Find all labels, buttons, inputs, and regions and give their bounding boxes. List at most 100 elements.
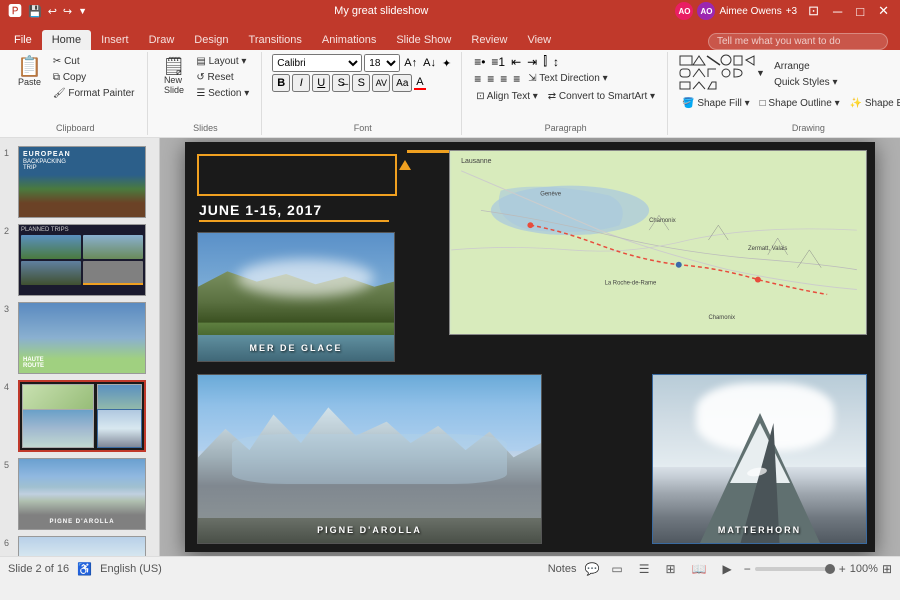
tab-slideshow[interactable]: Slide Show: [386, 30, 461, 50]
font-size-select[interactable]: 18: [364, 54, 400, 72]
ribbon: 📋 Paste ✂ Cut ⧉ Copy 🖌 Format Painter Cl…: [0, 50, 900, 138]
corner-marker: [399, 150, 411, 170]
notes-button[interactable]: Notes: [548, 563, 577, 575]
arrange-button[interactable]: Arrange: [770, 59, 841, 74]
zoom-level: 100%: [850, 563, 878, 575]
ribbon-display-icon[interactable]: ⊡: [805, 3, 822, 19]
layout-button[interactable]: ▤ Layout ▾: [192, 54, 253, 69]
slide-thumb-4[interactable]: 4: [4, 380, 155, 452]
main-slide: JUNE 1-15, 2017: [185, 142, 875, 552]
reset-button[interactable]: ↺ Reset: [192, 70, 253, 85]
bold-button[interactable]: B: [272, 74, 290, 92]
tab-view[interactable]: View: [517, 30, 561, 50]
decrease-indent-button[interactable]: ⇤: [509, 55, 523, 69]
align-right-button[interactable]: ≡: [498, 72, 509, 86]
clear-format-button[interactable]: ✦: [440, 57, 453, 70]
slideshow-button[interactable]: ▶: [719, 560, 736, 578]
new-slide-button[interactable]: 🗒 NewSlide: [158, 54, 191, 98]
text-direction-button[interactable]: ⇲ Text Direction ▾: [524, 71, 611, 86]
shadow-button[interactable]: S: [352, 74, 370, 92]
slide-thumb-6[interactable]: 6 MATTERHORN: [4, 536, 155, 556]
font-color-button[interactable]: A: [414, 76, 425, 90]
slide-thumb-3[interactable]: 3 HAUTEROUTE: [4, 302, 155, 374]
fit-slide-button[interactable]: ⊞: [882, 562, 892, 576]
redo-icon[interactable]: ↪: [63, 5, 72, 18]
accessibility-icon[interactable]: ♿: [77, 562, 92, 576]
tab-home[interactable]: Home: [42, 30, 91, 50]
align-left-button[interactable]: ≡: [472, 72, 483, 86]
bullets-button[interactable]: ≡•: [472, 55, 487, 69]
svg-text:▼: ▼: [756, 68, 765, 78]
outline-view-button[interactable]: ☰: [635, 560, 654, 578]
undo-icon[interactable]: ↩: [48, 5, 57, 18]
slide-title-box[interactable]: [197, 154, 397, 196]
numbering-button[interactable]: ≡1: [489, 55, 507, 69]
user-area: AO AO Aimee Owens +3: [675, 2, 797, 20]
zoom-out-button[interactable]: −: [744, 562, 751, 576]
paragraph-group: ≡• ≡1 ⇤ ⇥ ⫿ ↕ ≡ ≡ ≡ ≡ ⇲ Text Direction ▾…: [464, 52, 668, 135]
edit-area: JUNE 1-15, 2017: [160, 138, 900, 556]
normal-view-button[interactable]: ▭: [607, 560, 626, 578]
paste-button[interactable]: 📋 Paste: [12, 54, 47, 90]
align-text-button[interactable]: ⊡ Align Text ▾: [472, 89, 542, 104]
quick-styles-button[interactable]: Quick Styles ▾: [770, 75, 841, 90]
italic-button[interactable]: I: [292, 74, 310, 92]
shape-effects-button[interactable]: ✨ Shape Effects ▾: [846, 96, 900, 111]
justify-button[interactable]: ≡: [511, 72, 522, 86]
tab-review[interactable]: Review: [461, 30, 517, 50]
svg-text:La Roche-de-Rame: La Roche-de-Rame: [605, 281, 657, 287]
paste-icon: 📋: [17, 57, 42, 77]
tab-draw[interactable]: Draw: [139, 30, 185, 50]
slide-thumb-1[interactable]: 1 EUROPEAN BACKPACKING TRIP: [4, 146, 155, 218]
shape-fill-button[interactable]: 🪣 Shape Fill ▾: [678, 96, 754, 111]
search-input[interactable]: [708, 33, 888, 50]
fontsize-label[interactable]: Aa: [392, 74, 412, 92]
comments-icon[interactable]: 💬: [584, 562, 599, 576]
slides-group: 🗒 NewSlide ▤ Layout ▾ ↺ Reset ☰ Section …: [150, 52, 263, 135]
font-name-select[interactable]: Calibri: [272, 54, 362, 72]
customize-icon[interactable]: ▼: [78, 6, 87, 16]
slide-info: Slide 2 of 16: [8, 563, 69, 575]
avatar-2: AO: [697, 2, 715, 20]
format-painter-button[interactable]: 🖌 Format Painter: [49, 86, 139, 101]
svg-text:Genève: Genève: [540, 192, 561, 198]
close-button[interactable]: ✕: [875, 3, 892, 19]
shapes-panel: ▼: [678, 54, 768, 94]
cut-button[interactable]: ✂ Cut: [49, 54, 139, 69]
underline-button[interactable]: U: [312, 74, 330, 92]
zoom-slider[interactable]: [755, 567, 835, 571]
minimize-button[interactable]: ─: [830, 4, 845, 19]
slide-thumb-5[interactable]: 5 PIGNE D'AROLLA: [4, 458, 155, 530]
tab-animations[interactable]: Animations: [312, 30, 386, 50]
save-icon[interactable]: 💾: [28, 5, 42, 18]
increase-font-button[interactable]: A↑: [402, 57, 419, 69]
increase-indent-button[interactable]: ⇥: [525, 55, 539, 69]
maximize-button[interactable]: □: [853, 4, 867, 19]
title-bar: 🅿 💾 ↩ ↪ ▼ My great slideshow AO AO Aimee…: [0, 0, 900, 22]
convert-smartart-button[interactable]: ⇄ Convert to SmartArt ▾: [544, 89, 659, 104]
tab-design[interactable]: Design: [184, 30, 238, 50]
slide-thumb-2[interactable]: 2 PLANNED TRIPS: [4, 224, 155, 296]
charspacing-button[interactable]: AV: [372, 74, 390, 92]
zoom-in-button[interactable]: +: [839, 562, 846, 576]
line-spacing-button[interactable]: ↕: [551, 55, 561, 69]
slide-photo-matterhorn: MATTERHORN: [652, 374, 867, 544]
slide-photo-arolla: PIGNE D'AROLLA: [197, 374, 542, 544]
strikethrough-button[interactable]: S̶: [332, 74, 350, 92]
slide-sorter-button[interactable]: ⊞: [662, 560, 680, 578]
tab-file[interactable]: File: [4, 30, 42, 50]
reading-view-button[interactable]: 📖: [688, 560, 711, 578]
decrease-font-button[interactable]: A↓: [421, 57, 438, 69]
align-center-button[interactable]: ≡: [485, 72, 496, 86]
svg-text:Lausanne: Lausanne: [461, 158, 491, 165]
columns-button[interactable]: ⫿: [541, 54, 549, 69]
shape-outline-button[interactable]: □ Shape Outline ▾: [756, 96, 844, 111]
section-button[interactable]: ☰ Section ▾: [192, 86, 253, 101]
tab-insert[interactable]: Insert: [91, 30, 139, 50]
slide-date: JUNE 1-15, 2017: [199, 202, 322, 218]
new-slide-icon: 🗒: [163, 57, 186, 75]
copy-button[interactable]: ⧉ Copy: [49, 70, 139, 85]
font-group: Calibri 18 A↑ A↓ ✦ B I U S̶ S AV Aa A Fo…: [264, 52, 462, 135]
pigne-darolla-label: PIGNE D'AROLLA: [198, 525, 541, 535]
tab-transitions[interactable]: Transitions: [239, 30, 312, 50]
